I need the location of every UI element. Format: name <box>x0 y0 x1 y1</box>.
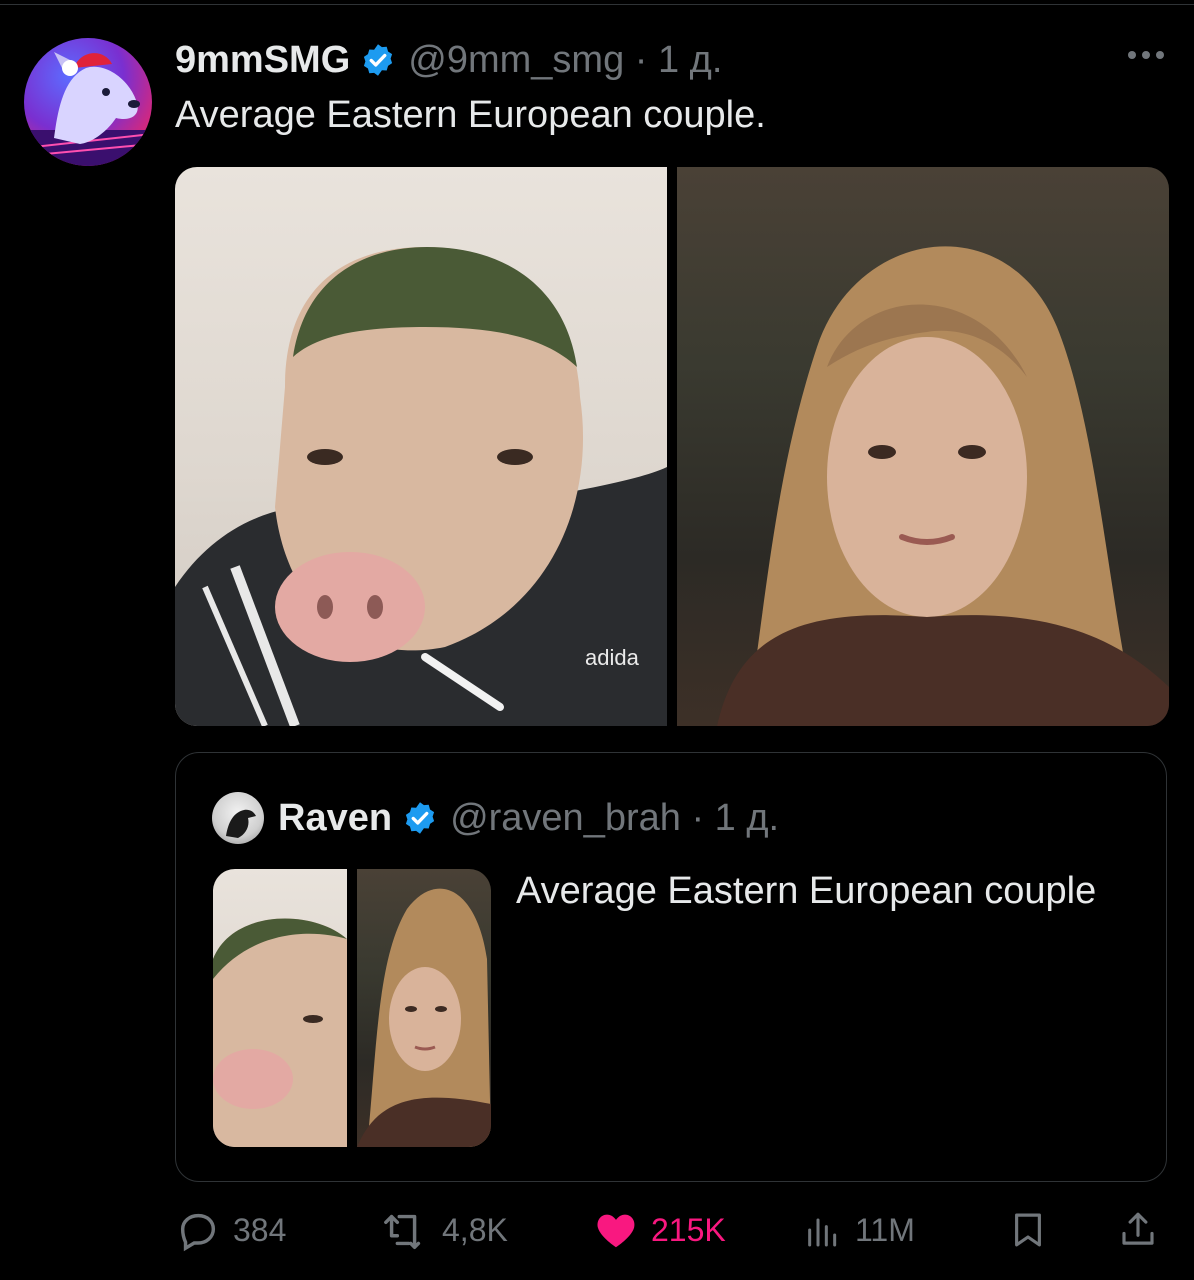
quoted-author-name[interactable]: Raven <box>278 797 392 840</box>
reply-icon <box>175 1207 221 1253</box>
dog-avatar-illustration <box>24 52 152 166</box>
tweet-header: 9mmSMG @9mm_smg · 1 д. <box>175 30 722 90</box>
quoted-tweet-header: Raven @raven_brah · 1 д. <box>212 792 779 844</box>
views-button[interactable]: 11M <box>803 1200 915 1260</box>
raven-icon <box>226 809 256 838</box>
quoted-tweet-text: Average Eastern European couple <box>516 870 1097 912</box>
bar-chart-icon <box>803 1207 843 1253</box>
woman-photo[interactable] <box>677 167 1169 726</box>
pig-photo[interactable]: adida <box>175 167 667 726</box>
pig-thumbnail-illustration <box>213 918 347 1147</box>
author-avatar[interactable] <box>24 38 152 166</box>
tweet-media[interactable]: adida <box>175 167 1169 726</box>
pig-illustration: adida <box>175 247 667 726</box>
top-divider <box>0 4 1194 5</box>
reply-count: 384 <box>233 1211 287 1248</box>
repost-icon <box>380 1207 430 1253</box>
share-icon <box>1117 1207 1159 1253</box>
author-name[interactable]: 9mmSMG <box>175 39 350 82</box>
share-button[interactable] <box>1117 1200 1159 1260</box>
quoted-author-handle-time[interactable]: @raven_brah · 1 д. <box>450 797 779 840</box>
views-count: 11M <box>855 1211 915 1248</box>
verified-badge-icon <box>402 800 438 836</box>
tweet-text: Average Eastern European couple. <box>175 94 766 136</box>
quoted-author-avatar[interactable] <box>212 792 264 844</box>
tweet-actions: 384 4,8K 215K 11M <box>175 1200 1169 1260</box>
repost-button[interactable]: 4,8K <box>380 1200 508 1260</box>
quoted-tweet[interactable]: Raven @raven_brah · 1 д. Average Eastern… <box>175 752 1167 1182</box>
like-button[interactable]: 215K <box>593 1200 726 1260</box>
verified-badge-icon <box>360 42 396 78</box>
bookmark-button[interactable] <box>1007 1200 1049 1260</box>
adidas-logo-text: adida <box>585 645 640 670</box>
woman-thumbnail-illustration <box>357 888 491 1147</box>
woman-illustration <box>717 246 1169 726</box>
reply-button[interactable]: 384 <box>175 1200 286 1260</box>
quoted-tweet-media[interactable] <box>213 869 491 1147</box>
bookmark-icon <box>1007 1207 1049 1253</box>
author-handle-time[interactable]: @9mm_smg · 1 д. <box>408 39 722 82</box>
quoted-pig-thumbnail <box>213 869 347 1147</box>
like-count: 215K <box>651 1211 726 1248</box>
repost-count: 4,8K <box>442 1211 508 1248</box>
quoted-woman-thumbnail <box>357 869 491 1147</box>
heart-icon <box>593 1207 639 1253</box>
more-horizontal-icon[interactable] <box>1122 40 1170 70</box>
